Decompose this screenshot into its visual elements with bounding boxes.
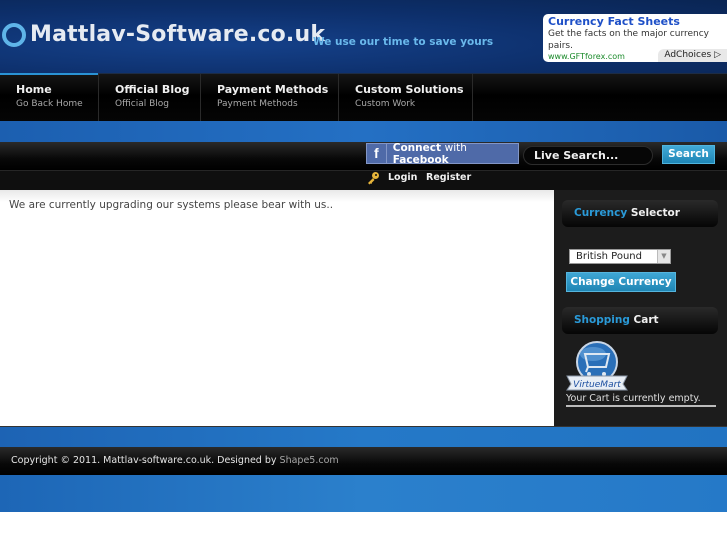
nav-item-label: Home <box>16 83 52 96</box>
virtuemart-cart-icon: VirtueMart <box>566 341 628 391</box>
ad-choices-button[interactable]: AdChoices ▷ <box>658 49 727 62</box>
ad-banner[interactable]: Currency Fact Sheets Get the facts on th… <box>543 14 727 62</box>
footer: Copyright © 2011. Mattlav-software.co.uk… <box>0 447 727 475</box>
key-icon <box>368 172 379 185</box>
nav-item-label: Official Blog <box>115 83 190 96</box>
ad-title[interactable]: Currency Fact Sheets <box>548 15 722 28</box>
change-currency-button[interactable]: Change Currency <box>566 272 676 292</box>
decorative-band <box>0 426 727 447</box>
decorative-band <box>0 475 727 512</box>
register-link[interactable]: Register <box>426 172 471 183</box>
site-tagline: We use our time to save yours <box>313 36 494 48</box>
login-bar <box>0 170 727 190</box>
site-title[interactable]: Mattlav-Software.co.uk <box>30 22 325 47</box>
nav-item-label: Custom Solutions <box>355 83 464 96</box>
main-content: We are currently upgrading our systems p… <box>0 190 554 426</box>
chevron-down-icon: ▼ <box>657 250 670 263</box>
site-logo[interactable]: Mattlav-Software.co.uk <box>2 22 325 47</box>
nav-item-official-blog[interactable]: Official Blog Official Blog <box>99 74 201 122</box>
login-link[interactable]: Login <box>388 172 417 183</box>
fb-with-word: with <box>444 141 467 154</box>
logo-ring-icon <box>2 22 26 47</box>
nav-item-sub: Official Blog <box>115 99 170 109</box>
heading-rest: Selector <box>630 207 680 219</box>
fb-brand-word: Facebook <box>392 153 449 166</box>
decorative-band <box>0 121 727 142</box>
nav-active-indicator <box>0 73 98 75</box>
cart-status: Your Cart is currently empty. <box>566 393 716 407</box>
header: Mattlav-Software.co.uk We use our time t… <box>0 0 727 74</box>
nav-item-sub: Payment Methods <box>217 99 298 109</box>
nav-item-sub: Custom Work <box>355 99 416 109</box>
nav-item-custom-solutions[interactable]: Custom Solutions Custom Work <box>339 74 473 122</box>
currency-selector-heading: Currency Selector <box>562 200 718 227</box>
heading-highlight: Currency <box>574 207 628 219</box>
shopping-cart-heading: Shopping Cart <box>562 307 718 334</box>
live-search-input[interactable] <box>523 146 653 165</box>
main-nav: Home Go Back Home Official Blog Official… <box>0 73 727 122</box>
heading-highlight: Shopping <box>574 314 630 326</box>
virtuemart-logo-text: VirtueMart <box>573 380 621 390</box>
sidebar: Currency Selector British Pound ▼ Change… <box>554 190 727 426</box>
facebook-icon: f <box>367 144 387 163</box>
nav-item-payment-methods[interactable]: Payment Methods Payment Methods <box>201 74 339 122</box>
nav-item-label: Payment Methods <box>217 83 329 96</box>
nav-item-home[interactable]: Home Go Back Home <box>0 74 99 122</box>
facebook-connect-label: Connect with Facebook <box>387 142 518 166</box>
copyright-label: Copyright © 2011. Mattlav-software.co.uk… <box>11 455 280 466</box>
currency-selected-value: British Pound <box>576 251 642 262</box>
ad-url[interactable]: www.GFTforex.com <box>548 52 625 61</box>
designer-link[interactable]: Shape5.com <box>280 455 339 466</box>
facebook-connect-button[interactable]: f Connect with Facebook <box>366 142 519 166</box>
currency-select[interactable]: British Pound ▼ <box>569 249 671 264</box>
fb-connect-word: Connect <box>392 141 441 154</box>
copyright-text: Copyright © 2011. Mattlav-software.co.uk… <box>11 455 339 466</box>
nav-item-sub: Go Back Home <box>16 99 83 109</box>
page: Mattlav-Software.co.uk We use our time t… <box>0 0 727 545</box>
search-button[interactable]: Search <box>662 145 715 164</box>
maintenance-message: We are currently upgrading our systems p… <box>9 199 334 211</box>
heading-rest: Cart <box>633 314 659 326</box>
